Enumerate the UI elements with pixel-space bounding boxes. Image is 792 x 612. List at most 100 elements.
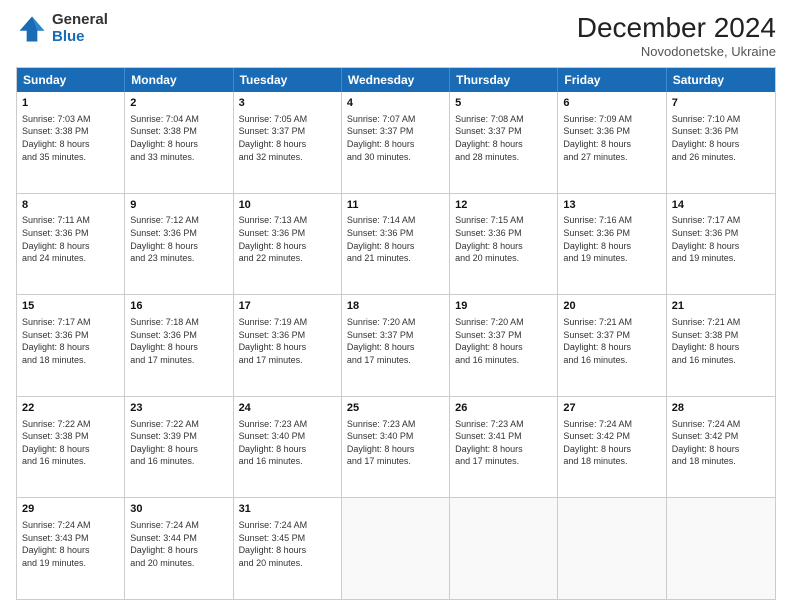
cell-info: Sunrise: 7:05 AMSunset: 3:37 PMDaylight:… xyxy=(239,113,336,163)
day-number: 28 xyxy=(672,401,770,416)
calendar-cell: 5Sunrise: 7:08 AMSunset: 3:37 PMDaylight… xyxy=(450,92,558,193)
calendar-cell: 18Sunrise: 7:20 AMSunset: 3:37 PMDayligh… xyxy=(342,295,450,396)
cell-info: Sunrise: 7:19 AMSunset: 3:36 PMDaylight:… xyxy=(239,316,336,366)
calendar-cell: 3 Sunrise: 7:05 AMSunset: 3:37 PMDaylight… xyxy=(234,92,342,193)
calendar-cell: 12Sunrise: 7:15 AMSunset: 3:36 PMDayligh… xyxy=(450,194,558,295)
calendar-cell: 6 Sunrise: 7:09 AMSunset: 3:36 PMDaylight… xyxy=(558,92,666,193)
cell-info: Sunrise: 7:18 AMSunset: 3:36 PMDaylight:… xyxy=(130,316,227,366)
calendar-cell: 10Sunrise: 7:13 AMSunset: 3:36 PMDayligh… xyxy=(234,194,342,295)
cell-info: Sunrise: 7:24 AMSunset: 3:44 PMDaylight:… xyxy=(130,519,227,569)
day-number: 27 xyxy=(563,401,660,416)
day-number: 24 xyxy=(239,401,336,416)
day-number: 5 xyxy=(455,96,552,111)
calendar-cell: 16Sunrise: 7:18 AMSunset: 3:36 PMDayligh… xyxy=(125,295,233,396)
calendar-cell: 14Sunrise: 7:17 AMSunset: 3:36 PMDayligh… xyxy=(667,194,775,295)
logo-blue-text: Blue xyxy=(52,29,108,46)
cell-info: Sunrise: 7:15 AMSunset: 3:36 PMDaylight:… xyxy=(455,214,552,264)
calendar-cell: 20Sunrise: 7:21 AMSunset: 3:37 PMDayligh… xyxy=(558,295,666,396)
day-number: 21 xyxy=(672,299,770,314)
calendar-cell: 30 Sunrise: 7:24 AMSunset: 3:44 PMDayligh… xyxy=(125,498,233,599)
month-title: December 2024 xyxy=(577,12,776,44)
cell-info: Sunrise: 7:09 AMSunset: 3:36 PMDaylight:… xyxy=(563,113,660,163)
calendar-cell: 2 Sunrise: 7:04 AMSunset: 3:38 PMDaylight… xyxy=(125,92,233,193)
calendar-body: 1 Sunrise: 7:03 AMSunset: 3:38 PMDaylight… xyxy=(17,92,775,599)
day-number: 11 xyxy=(347,198,444,213)
calendar-row-2: 8Sunrise: 7:11 AMSunset: 3:36 PMDaylight… xyxy=(17,193,775,295)
page: General Blue December 2024 Novodonetske,… xyxy=(0,0,792,612)
calendar-cell: 13Sunrise: 7:16 AMSunset: 3:36 PMDayligh… xyxy=(558,194,666,295)
calendar-cell: 24Sunrise: 7:23 AMSunset: 3:40 PMDayligh… xyxy=(234,397,342,498)
cell-info: Sunrise: 7:10 AMSunset: 3:36 PMDaylight:… xyxy=(672,113,770,163)
cell-info: Sunrise: 7:24 AMSunset: 3:42 PMDaylight:… xyxy=(672,418,770,468)
calendar-cell: 9Sunrise: 7:12 AMSunset: 3:36 PMDaylight… xyxy=(125,194,233,295)
calendar-cell: 23 Sunrise: 7:22 AMSunset: 3:39 PMDayligh… xyxy=(125,397,233,498)
day-number: 7 xyxy=(672,96,770,111)
title-block: December 2024 Novodonetske, Ukraine xyxy=(577,12,776,59)
calendar-cell: 11Sunrise: 7:14 AMSunset: 3:36 PMDayligh… xyxy=(342,194,450,295)
calendar-cell xyxy=(342,498,450,599)
cell-info: Sunrise: 7:03 AMSunset: 3:38 PMDaylight:… xyxy=(22,113,119,163)
calendar-row-5: 29Sunrise: 7:24 AMSunset: 3:43 PMDayligh… xyxy=(17,497,775,599)
day-number: 8 xyxy=(22,198,119,213)
day-number: 26 xyxy=(455,401,552,416)
header-cell-wednesday: Wednesday xyxy=(342,68,450,92)
calendar-cell: 1 Sunrise: 7:03 AMSunset: 3:38 PMDaylight… xyxy=(17,92,125,193)
day-number: 4 xyxy=(347,96,444,111)
day-number: 23 xyxy=(130,401,227,416)
day-number: 20 xyxy=(563,299,660,314)
calendar-cell: 29Sunrise: 7:24 AMSunset: 3:43 PMDayligh… xyxy=(17,498,125,599)
cell-info: Sunrise: 7:17 AMSunset: 3:36 PMDaylight:… xyxy=(22,316,119,366)
day-number: 29 xyxy=(22,502,119,517)
calendar-cell: 8Sunrise: 7:11 AMSunset: 3:36 PMDaylight… xyxy=(17,194,125,295)
cell-info: Sunrise: 7:24 AMSunset: 3:45 PMDaylight:… xyxy=(239,519,336,569)
calendar-cell xyxy=(667,498,775,599)
header: General Blue December 2024 Novodonetske,… xyxy=(16,12,776,59)
calendar-row-3: 15 Sunrise: 7:17 AMSunset: 3:36 PMDayligh… xyxy=(17,294,775,396)
cell-info: Sunrise: 7:07 AMSunset: 3:37 PMDaylight:… xyxy=(347,113,444,163)
calendar-cell: 4 Sunrise: 7:07 AMSunset: 3:37 PMDaylight… xyxy=(342,92,450,193)
day-number: 3 xyxy=(239,96,336,111)
header-cell-monday: Monday xyxy=(125,68,233,92)
day-number: 30 xyxy=(130,502,227,517)
day-number: 25 xyxy=(347,401,444,416)
day-number: 12 xyxy=(455,198,552,213)
calendar-cell: 17Sunrise: 7:19 AMSunset: 3:36 PMDayligh… xyxy=(234,295,342,396)
calendar-cell: 22Sunrise: 7:22 AMSunset: 3:38 PMDayligh… xyxy=(17,397,125,498)
calendar-cell: 21Sunrise: 7:21 AMSunset: 3:38 PMDayligh… xyxy=(667,295,775,396)
day-number: 14 xyxy=(672,198,770,213)
calendar-cell: 15 Sunrise: 7:17 AMSunset: 3:36 PMDayligh… xyxy=(17,295,125,396)
day-number: 6 xyxy=(563,96,660,111)
cell-info: Sunrise: 7:24 AMSunset: 3:42 PMDaylight:… xyxy=(563,418,660,468)
calendar-cell: 31Sunrise: 7:24 AMSunset: 3:45 PMDayligh… xyxy=(234,498,342,599)
day-number: 18 xyxy=(347,299,444,314)
calendar-cell: 27 Sunrise: 7:24 AMSunset: 3:42 PMDayligh… xyxy=(558,397,666,498)
cell-info: Sunrise: 7:17 AMSunset: 3:36 PMDaylight:… xyxy=(672,214,770,264)
logo-icon xyxy=(16,13,48,45)
cell-info: Sunrise: 7:22 AMSunset: 3:39 PMDaylight:… xyxy=(130,418,227,468)
calendar-cell xyxy=(558,498,666,599)
calendar-cell xyxy=(450,498,558,599)
day-number: 2 xyxy=(130,96,227,111)
cell-info: Sunrise: 7:23 AMSunset: 3:41 PMDaylight:… xyxy=(455,418,552,468)
day-number: 15 xyxy=(22,299,119,314)
cell-info: Sunrise: 7:13 AMSunset: 3:36 PMDaylight:… xyxy=(239,214,336,264)
day-number: 9 xyxy=(130,198,227,213)
calendar-header: SundayMondayTuesdayWednesdayThursdayFrid… xyxy=(17,68,775,92)
logo-general-text: General xyxy=(52,12,108,29)
calendar-cell: 7 Sunrise: 7:10 AMSunset: 3:36 PMDaylight… xyxy=(667,92,775,193)
header-cell-sunday: Sunday xyxy=(17,68,125,92)
calendar-cell: 26 Sunrise: 7:23 AMSunset: 3:41 PMDayligh… xyxy=(450,397,558,498)
cell-info: Sunrise: 7:11 AMSunset: 3:36 PMDaylight:… xyxy=(22,214,119,264)
calendar-row-4: 22Sunrise: 7:22 AMSunset: 3:38 PMDayligh… xyxy=(17,396,775,498)
cell-info: Sunrise: 7:04 AMSunset: 3:38 PMDaylight:… xyxy=(130,113,227,163)
header-cell-tuesday: Tuesday xyxy=(234,68,342,92)
header-cell-saturday: Saturday xyxy=(667,68,775,92)
day-number: 13 xyxy=(563,198,660,213)
cell-info: Sunrise: 7:23 AMSunset: 3:40 PMDaylight:… xyxy=(347,418,444,468)
logo: General Blue xyxy=(16,12,108,45)
cell-info: Sunrise: 7:22 AMSunset: 3:38 PMDaylight:… xyxy=(22,418,119,468)
location: Novodonetske, Ukraine xyxy=(577,44,776,59)
day-number: 1 xyxy=(22,96,119,111)
header-cell-thursday: Thursday xyxy=(450,68,558,92)
calendar: SundayMondayTuesdayWednesdayThursdayFrid… xyxy=(16,67,776,600)
